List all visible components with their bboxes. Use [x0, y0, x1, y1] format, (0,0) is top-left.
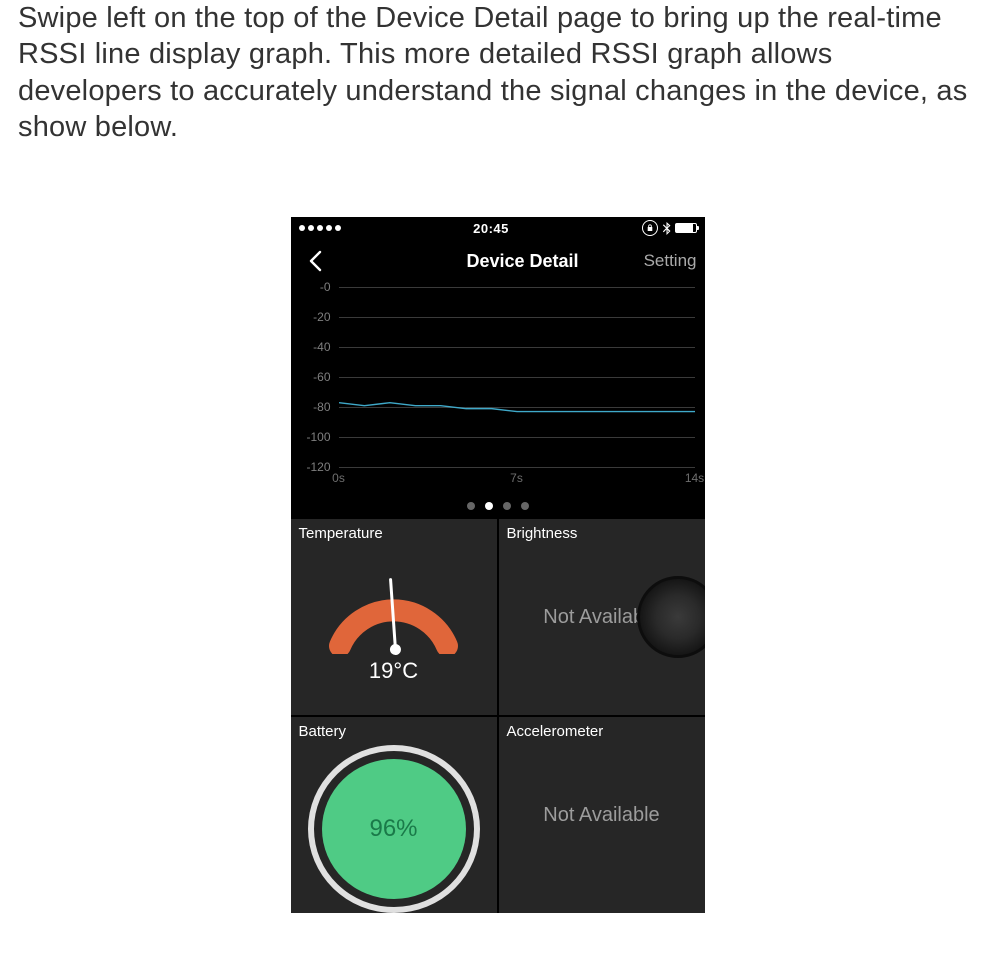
- status-time: 20:45: [473, 221, 509, 236]
- settings-link[interactable]: Setting: [644, 251, 697, 271]
- x-axis-labels: 0s7s14s: [339, 471, 695, 487]
- orientation-lock-icon: [642, 220, 658, 236]
- doc-paragraph: Swipe left on the top of the Device Deta…: [0, 0, 995, 145]
- tile-accelerometer[interactable]: Accelerometer Not Available: [499, 717, 705, 913]
- temperature-value: 19°C: [369, 658, 418, 684]
- battery-value: 96%: [369, 815, 417, 843]
- nav-bar: Device Detail Setting: [291, 239, 705, 283]
- tile-battery[interactable]: Battery 96%: [291, 717, 497, 913]
- back-button[interactable]: [291, 249, 341, 273]
- accelerometer-value: Not Available: [543, 804, 659, 827]
- page-title: Device Detail: [466, 251, 578, 271]
- y-axis-labels: -0-20-40-60-80-100-120: [291, 287, 335, 467]
- signal-strength: [299, 225, 341, 231]
- page-indicator[interactable]: [291, 493, 705, 519]
- signal-dots-icon: [299, 225, 341, 231]
- rssi-chart[interactable]: -0-20-40-60-80-100-120 0s7s14s: [291, 283, 705, 493]
- chart-gridlines: [339, 287, 695, 467]
- temperature-gauge-icon: [316, 564, 471, 654]
- tile-temperature[interactable]: Temperature 19°C: [291, 519, 497, 715]
- battery-gauge-icon: 96%: [308, 745, 480, 913]
- phone-frame: 20:45 Device Detail Setting -0-20-40-60-…: [291, 217, 705, 913]
- status-right: [642, 220, 697, 236]
- battery-icon: [675, 223, 697, 233]
- sensor-tiles: Temperature 19°C Brightness Not Availabl…: [291, 519, 705, 913]
- status-bar: 20:45: [291, 217, 705, 239]
- chevron-left-icon: [308, 249, 324, 273]
- bluetooth-icon: [662, 222, 671, 235]
- phone-screenshot: 20:45 Device Detail Setting -0-20-40-60-…: [0, 217, 995, 913]
- tile-brightness[interactable]: Brightness Not Available: [499, 519, 705, 715]
